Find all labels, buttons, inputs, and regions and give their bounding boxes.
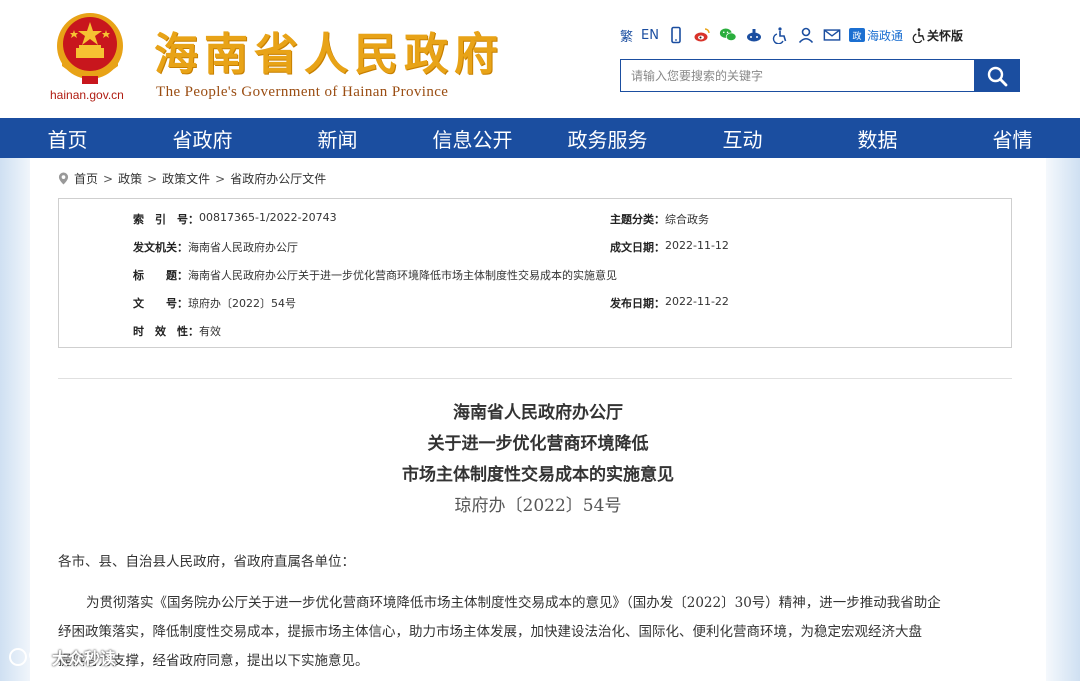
meta-issuer-label: 发文机关： bbox=[133, 241, 188, 254]
document-title-line-1: 海南省人民政府办公厅 bbox=[453, 403, 623, 423]
accessibility-icon[interactable] bbox=[771, 24, 789, 46]
breadcrumb-item-home[interactable]: 首页 bbox=[74, 170, 98, 187]
meta-index: 索 引 号： 00817365-1/2022-20743 bbox=[133, 211, 337, 227]
breadcrumb-separator: > bbox=[103, 171, 114, 186]
watermark-logo-icon bbox=[9, 648, 48, 666]
meta-document-number: 文 号： 琼府办〔2022〕54号 bbox=[133, 295, 296, 311]
site-subtitle: The People's Government of Hainan Provin… bbox=[156, 84, 449, 100]
meta-publish-date-label: 发布日期： bbox=[610, 297, 665, 310]
care-version-label: 关怀版 bbox=[926, 28, 963, 43]
search-input[interactable] bbox=[620, 59, 974, 92]
mail-icon[interactable] bbox=[823, 24, 841, 46]
meta-index-label: 索 引 号： bbox=[133, 213, 199, 226]
nav-item-provincial-government[interactable]: 省政府 bbox=[135, 118, 270, 158]
meta-written-date: 成文日期： 2022-11-12 bbox=[610, 239, 729, 255]
national-emblem-icon[interactable] bbox=[52, 10, 128, 88]
document-title-line-3: 市场主体制度性交易成本的实施意见 bbox=[402, 465, 674, 485]
document-salutation: 各市、县、自治县人民政府，省政府直属各单位： bbox=[58, 554, 355, 570]
breadcrumb-separator: > bbox=[147, 171, 158, 186]
meta-category-value: 综合政务 bbox=[665, 213, 709, 226]
meta-validity-value: 有效 bbox=[199, 325, 221, 338]
meta-issuer-value: 海南省人民政府办公厅 bbox=[188, 241, 298, 254]
nav-item-interaction[interactable]: 互动 bbox=[675, 118, 810, 158]
meta-title: 标 题： 海南省人民政府办公厅关于进一步优化营商环境降低市场主体制度性交易成本的… bbox=[133, 267, 617, 283]
breadcrumb-item-office-documents[interactable]: 省政府办公厅文件 bbox=[230, 170, 326, 187]
document-metadata-box: 索 引 号： 00817365-1/2022-20743 主题分类： 综合政务 … bbox=[58, 198, 1012, 348]
nav-item-news[interactable]: 新闻 bbox=[270, 118, 405, 158]
nav-item-data[interactable]: 数据 bbox=[810, 118, 945, 158]
site-header: hainan.gov.cn 海南省人民政府 The People's Gover… bbox=[0, 0, 1080, 118]
breadcrumb-item-policy-documents[interactable]: 政策文件 bbox=[162, 170, 210, 187]
header-toolbar: 繁 EN 政 海政通 关怀版 bbox=[620, 24, 963, 46]
search-bar bbox=[620, 59, 1020, 92]
document-paragraph-line-1: 为贯彻落实《国务院办公厅关于进一步优化营商环境降低市场主体制度性交易成本的意见》… bbox=[86, 595, 941, 611]
watermark: 大众秒读 bbox=[8, 645, 116, 669]
traditional-chinese-link[interactable]: 繁 bbox=[620, 24, 633, 46]
location-pin-icon bbox=[58, 172, 69, 185]
meta-validity-label: 时 效 性： bbox=[133, 325, 199, 338]
meta-title-value: 海南省人民政府办公厅关于进一步优化营商环境降低市场主体制度性交易成本的实施意见 bbox=[188, 269, 617, 282]
care-version-link[interactable]: 关怀版 bbox=[911, 24, 963, 46]
main-nav: 首页 省政府 新闻 信息公开 政务服务 互动 数据 省情 bbox=[0, 118, 1080, 158]
weibo-icon[interactable] bbox=[693, 24, 711, 46]
meta-issuer: 发文机关： 海南省人民政府办公厅 bbox=[133, 239, 298, 255]
user-icon[interactable] bbox=[797, 24, 815, 46]
meta-document-number-value: 琼府办〔2022〕54号 bbox=[188, 297, 296, 310]
search-button[interactable] bbox=[974, 59, 1020, 92]
document-number: 琼府办〔2022〕54号 bbox=[454, 496, 622, 516]
meta-written-date-label: 成文日期： bbox=[610, 241, 665, 254]
breadcrumb-item-policy[interactable]: 政策 bbox=[118, 170, 142, 187]
domain-text: hainan.gov.cn bbox=[50, 88, 124, 102]
meta-document-number-label: 文 号： bbox=[133, 297, 188, 310]
main-content: 首页 > 政策 > 政策文件 > 省政府办公厅文件 索 引 号： 0081736… bbox=[30, 158, 1046, 681]
meta-index-value: 00817365-1/2022-20743 bbox=[199, 211, 337, 224]
document-paragraph-line-2: 纾困政策落实，降低制度性交易成本，提振市场主体信心，助力市场主体发展，加快建设法… bbox=[58, 624, 922, 640]
care-version-icon bbox=[912, 28, 925, 43]
section-divider bbox=[58, 378, 1012, 379]
meta-title-label: 标 题： bbox=[133, 269, 188, 282]
meta-category: 主题分类： 综合政务 bbox=[610, 211, 709, 227]
hainan-gov-app-icon: 政 bbox=[848, 28, 865, 42]
document-paragraph-line-3: 提供有力支撑，经省政府同意，提出以下实施意见。 bbox=[58, 653, 369, 669]
search-icon bbox=[987, 66, 1008, 86]
english-link[interactable]: EN bbox=[641, 24, 659, 46]
hainan-gov-app-link[interactable]: 政 海政通 bbox=[848, 24, 903, 46]
nav-item-province-overview[interactable]: 省情 bbox=[945, 118, 1080, 158]
nav-item-home[interactable]: 首页 bbox=[0, 118, 135, 158]
meta-validity: 时 效 性： 有效 bbox=[133, 323, 221, 339]
nav-item-information-disclosure[interactable]: 信息公开 bbox=[405, 118, 540, 158]
site-title[interactable]: 海南省人民政府 bbox=[154, 18, 504, 82]
breadcrumb-separator: > bbox=[215, 171, 226, 186]
meta-written-date-value: 2022-11-12 bbox=[665, 239, 729, 252]
meta-publish-date-value: 2022-11-22 bbox=[665, 295, 729, 308]
meta-category-label: 主题分类： bbox=[610, 213, 665, 226]
hainan-gov-app-label: 海政通 bbox=[866, 28, 903, 43]
app-icon[interactable] bbox=[745, 24, 763, 46]
meta-publish-date: 发布日期： 2022-11-22 bbox=[610, 295, 729, 311]
document-title-line-2: 关于进一步优化营商环境降低 bbox=[427, 434, 649, 454]
mobile-icon[interactable] bbox=[667, 24, 685, 46]
nav-item-government-services[interactable]: 政务服务 bbox=[540, 118, 675, 158]
breadcrumb: 首页 > 政策 > 政策文件 > 省政府办公厅文件 bbox=[58, 170, 326, 187]
watermark-text: 大众秒读 bbox=[52, 649, 117, 668]
wechat-icon[interactable] bbox=[719, 24, 737, 46]
